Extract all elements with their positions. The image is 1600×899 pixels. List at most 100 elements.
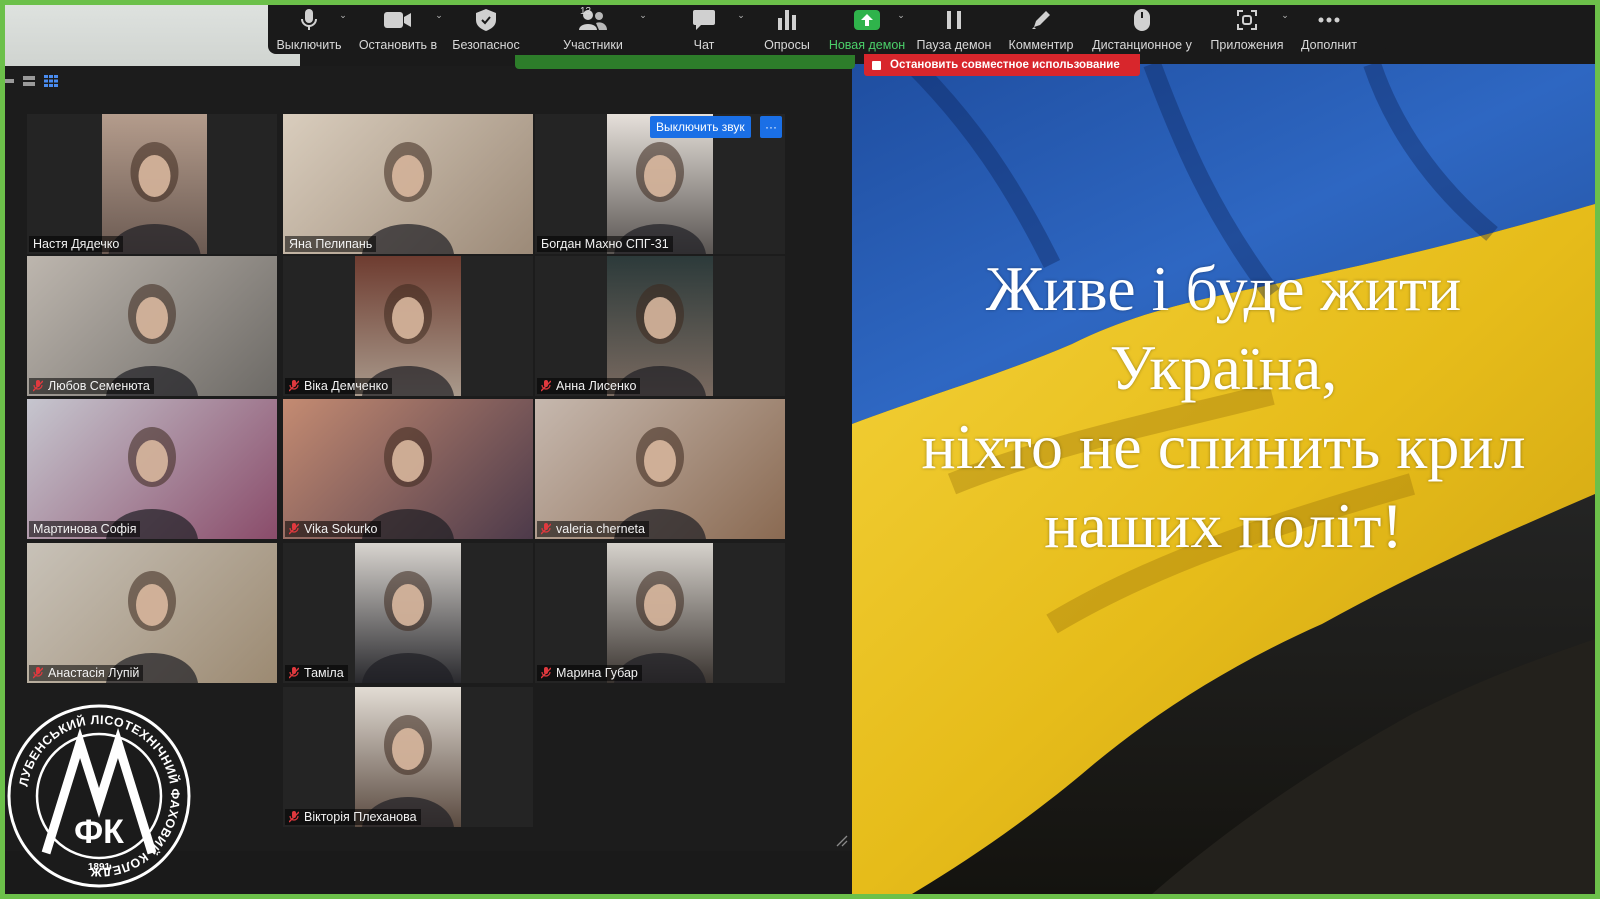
more-button[interactable]: Дополнит — [1292, 0, 1366, 54]
stop-square-icon — [872, 60, 881, 70]
new-share-button[interactable]: ⌄ Новая демон — [826, 0, 908, 54]
polls-label: Опросы — [764, 38, 810, 52]
slogan-line-3: ніхто не спинить крил — [921, 411, 1526, 482]
participant-name: Vika Sokurko — [304, 522, 378, 536]
participant-tile[interactable]: Таміла — [283, 543, 533, 683]
stop-video-button[interactable]: ⌄ Остановить в — [350, 0, 446, 54]
shared-screen: Живе і буде жити Україна, ніхто не спини… — [852, 64, 1595, 894]
apps-button[interactable]: ⌄ Приложения — [1202, 0, 1292, 54]
participant-name: Анна Лисенко — [556, 379, 637, 393]
participants-label: Участники — [563, 38, 623, 52]
muted-mic-icon — [289, 523, 299, 535]
muted-mic-icon — [541, 667, 551, 679]
participant-name-tag: Любов Семенюта — [29, 378, 154, 394]
video-camera-icon — [384, 8, 412, 32]
participant-tile[interactable]: Анна Лисенко — [535, 256, 785, 396]
participant-video — [27, 543, 277, 683]
participant-video — [27, 256, 277, 396]
participant-tile[interactable]: Яна Пелипань — [283, 114, 533, 254]
participant-name-tag: Яна Пелипань — [285, 236, 377, 252]
participant-tile[interactable]: Любов Семенюта — [27, 256, 277, 396]
svg-text:1891: 1891 — [88, 862, 111, 873]
participant-name-tag: Богдан Махно СПГ-31 — [537, 236, 673, 252]
remote-control-label: Дистанционное у — [1092, 38, 1192, 52]
chevron-down-icon[interactable]: ⌄ — [636, 9, 650, 21]
participant-silhouette — [362, 427, 454, 539]
muted-mic-icon — [289, 811, 299, 823]
participant-tile[interactable]: Vika Sokurko — [283, 399, 533, 539]
participant-video — [535, 399, 785, 539]
share-screen-icon — [854, 8, 880, 32]
participant-silhouette — [362, 571, 454, 683]
polls-button[interactable]: Опросы — [748, 0, 826, 54]
participant-tile[interactable]: Настя Дядечко — [27, 114, 277, 254]
slogan-line-4: наших політ! — [1044, 490, 1403, 561]
participant-name-tag: Таміла — [285, 665, 348, 681]
annotate-button[interactable]: Комментир — [1000, 0, 1082, 54]
participant-name: Богдан Махно СПГ-31 — [541, 237, 669, 251]
participant-name-tag: Марина Губар — [537, 665, 642, 681]
participant-silhouette — [362, 284, 454, 396]
desktop-background — [0, 0, 300, 70]
security-label: Безопаснос — [452, 38, 520, 52]
muted-mic-icon — [541, 523, 551, 535]
chevron-down-icon[interactable]: ⌄ — [734, 9, 748, 21]
remote-control-button[interactable]: Дистанционное у — [1082, 0, 1202, 54]
participant-name-tag: valeria cherneta — [537, 521, 649, 537]
chevron-down-icon[interactable]: ⌄ — [432, 9, 446, 21]
participant-video — [355, 256, 461, 396]
chevron-down-icon[interactable]: ⌄ — [1278, 9, 1292, 21]
mute-audio-button[interactable]: ⌄ Выключить — [268, 0, 350, 54]
speaker-view-icon[interactable] — [0, 74, 14, 86]
participant-more-button[interactable]: ··· — [760, 116, 782, 138]
slide-slogan: Живе і буде жити Україна, ніхто не спини… — [852, 249, 1595, 565]
participant-tile[interactable]: Анастасія Лупій — [27, 543, 277, 683]
participants-button[interactable]: 13 ⌄ Участники — [526, 0, 660, 54]
stop-share-button[interactable]: Остановить совместное использование — [864, 54, 1140, 76]
mute-participant-button[interactable]: Выключить звук — [650, 116, 751, 138]
muted-mic-icon — [33, 380, 43, 392]
svg-text:ФК: ФК — [74, 813, 124, 851]
participant-name-tag: Анастасія Лупій — [29, 665, 144, 681]
muted-mic-icon — [33, 667, 43, 679]
participant-silhouette — [106, 427, 198, 539]
chevron-down-icon[interactable]: ⌄ — [894, 9, 908, 21]
college-logo: ЛУБЕНСЬКИЙ ЛІСОТЕХНІЧНИЙ ФАХОВИЙ КОЛЕДЖ … — [7, 704, 191, 888]
participant-video — [607, 256, 713, 396]
microphone-icon — [301, 8, 317, 32]
participant-silhouette — [362, 142, 454, 254]
participant-video — [607, 543, 713, 683]
participant-silhouette — [106, 284, 198, 396]
more-dots-icon — [1318, 8, 1340, 32]
participant-tile[interactable]: Віка Демченко — [283, 256, 533, 396]
chat-icon — [693, 8, 715, 32]
chat-label: Чат — [693, 38, 715, 52]
participant-name: Настя Дядечко — [33, 237, 120, 251]
participant-name: Вікторія Плеханова — [304, 810, 417, 824]
apps-icon — [1237, 8, 1257, 32]
participant-name: Марина Губар — [556, 666, 638, 680]
security-button[interactable]: Безопаснос — [446, 0, 526, 54]
chevron-down-icon[interactable]: ⌄ — [336, 9, 350, 21]
participant-tile[interactable]: Вікторія Плеханова — [283, 687, 533, 827]
strip-view-icon[interactable] — [22, 74, 36, 86]
participant-tile[interactable]: Марина Губар — [535, 543, 785, 683]
participant-name: Віка Демченко — [304, 379, 389, 393]
participant-name: Таміла — [304, 666, 344, 680]
participant-tile[interactable]: Мартинова Софія — [27, 399, 277, 539]
view-switcher — [0, 74, 58, 87]
muted-mic-icon — [289, 380, 299, 392]
participant-name-tag: Настя Дядечко — [29, 236, 124, 252]
participant-tile[interactable]: valeria cherneta — [535, 399, 785, 539]
shield-icon — [476, 8, 496, 32]
resize-handle-icon[interactable] — [834, 833, 848, 847]
participant-name-tag: Віка Демченко — [285, 378, 393, 394]
participant-silhouette — [108, 142, 201, 254]
participant-name-tag: Вікторія Плеханова — [285, 809, 421, 825]
gallery-grid-icon[interactable] — [44, 74, 58, 87]
participant-name-tag: Мартинова Софія — [29, 521, 141, 537]
chat-button[interactable]: ⌄ Чат — [660, 0, 748, 54]
meeting-toolbar: ⌄ Выключить ⌄ Остановить в Безопаснос 13… — [268, 0, 1386, 54]
pause-share-button[interactable]: Пауза демон — [908, 0, 1000, 54]
annotate-label: Комментир — [1008, 38, 1074, 52]
